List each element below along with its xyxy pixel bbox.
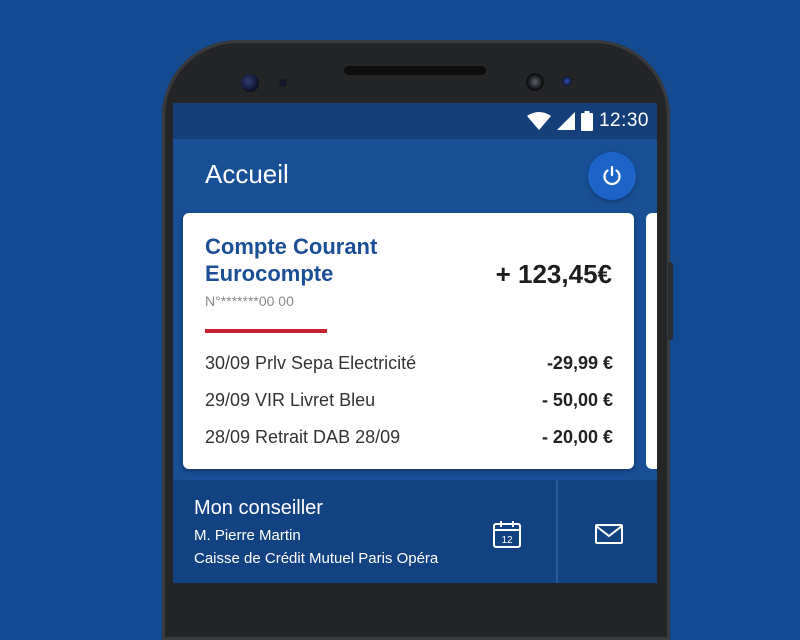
transaction-row[interactable]: 30/09 Prlv Sepa Electricité -29,99 € [205, 353, 613, 377]
status-bar: 12:30 [173, 103, 657, 139]
advisor-name: M. Pierre Martin [194, 527, 301, 544]
mail-icon [595, 524, 623, 544]
transaction-amount: - 50,00 € [541, 390, 613, 410]
appointment-button[interactable]: 12 [489, 516, 525, 552]
camera-lens-icon [526, 73, 544, 91]
advisor-divider [556, 480, 558, 583]
wifi-icon [526, 112, 551, 130]
advisor-title: Mon conseiller [194, 497, 323, 519]
transaction-row[interactable]: 29/09 VIR Livret Bleu - 50,00 € [205, 390, 613, 414]
transaction-label: 29/09 VIR Livret Bleu [205, 390, 376, 410]
proximity-sensor-icon [562, 76, 572, 86]
power-icon [603, 165, 621, 186]
sensor-icon [279, 79, 287, 87]
transaction-label: 30/09 Prlv Sepa Electricité [205, 353, 417, 373]
account-balance: + 123,45€ [495, 259, 612, 289]
next-account-card[interactable] [646, 213, 657, 469]
app-screen: 12:30 Accueil Compte Courant Eurocompte … [173, 103, 657, 583]
signal-icon [556, 112, 575, 130]
advisor-panel: Mon conseiller M. Pierre Martin Caisse d… [173, 480, 657, 583]
account-name-line2: Eurocompte [205, 261, 334, 286]
account-number: N°*******00 00 [205, 293, 294, 309]
transaction-amount: - 20,00 € [541, 427, 613, 447]
phone-side-button [668, 262, 673, 340]
calendar-icon: 12 [493, 521, 521, 548]
front-camera-icon [241, 74, 259, 92]
account-name: Compte Courant Eurocompte [205, 233, 445, 287]
transaction-row[interactable]: 28/09 Retrait DAB 28/09 - 20,00 € [205, 427, 613, 451]
earpiece-speaker [344, 66, 486, 75]
page-title: Accueil [205, 159, 289, 189]
transaction-label: 28/09 Retrait DAB 28/09 [205, 427, 401, 447]
advisor-branch: Caisse de Crédit Mutuel Paris Opéra [194, 550, 439, 567]
message-button[interactable] [591, 516, 627, 552]
account-card[interactable]: Compte Courant Eurocompte N°*******00 00… [183, 213, 634, 469]
battery-icon [580, 111, 593, 131]
account-divider [205, 329, 327, 333]
transaction-amount: -29,99 € [546, 353, 613, 373]
calendar-day: 12 [501, 535, 513, 546]
status-time: 12:30 [598, 110, 649, 131]
account-name-line1: Compte Courant [205, 234, 378, 259]
logout-button[interactable] [588, 152, 636, 200]
